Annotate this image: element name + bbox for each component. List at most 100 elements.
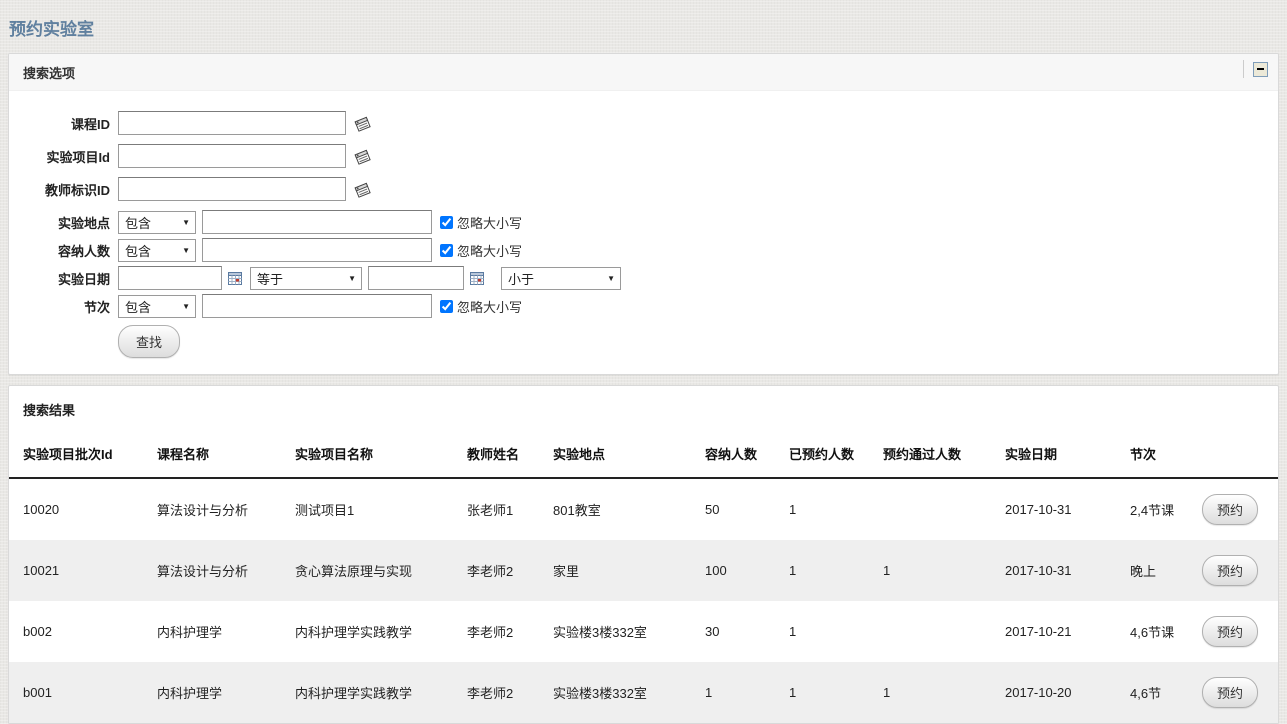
collapse-panel-icon[interactable] (1253, 61, 1268, 77)
page-title: 预约实验室 (9, 20, 94, 39)
column-header: 实验日期 (995, 431, 1120, 479)
period-ignorecase-checkbox[interactable] (440, 299, 453, 313)
table-cell: 实验楼3楼332室 (553, 686, 647, 701)
calendar-icon[interactable] (227, 270, 244, 287)
location-input[interactable] (202, 210, 432, 234)
table-cell: 10021 (23, 563, 60, 578)
course-id-input[interactable] (118, 111, 346, 135)
table-cell: 4,6节 (1130, 686, 1162, 701)
table-cell: 李老师2 (467, 686, 514, 701)
table-cell: 1 (883, 685, 891, 700)
date-to-input[interactable] (368, 266, 464, 290)
action-cell: 预约 (1192, 601, 1278, 662)
teacher-id-label: 教师标识ID (44, 182, 110, 198)
period-operator-value: 包含 (125, 299, 152, 315)
location-label: 实验地点 (57, 215, 110, 231)
column-header: 实验项目名称 (285, 431, 457, 479)
table-cell: 100 (705, 563, 727, 578)
results-table-body: 10020 算法设计与分析 测试项目1 张老师1 801教室 50 1 2017-10-31 2… (9, 478, 1278, 723)
capacity-label: 容纳人数 (57, 243, 110, 259)
table-cell: 1 (789, 624, 797, 639)
reserve-button[interactable]: 预约 (1202, 616, 1259, 647)
table-cell: 2,4节课 (1130, 503, 1175, 518)
capacity-ignorecase-group: 忽略大小写 (440, 241, 522, 260)
results-panel: 搜索结果 实验项目批次Id 课程名称 实验项目名称 教师姓名 实验地点 容纳人数 已预约人数… (8, 385, 1279, 724)
search-panel-title: 搜索选项 (23, 66, 76, 81)
column-header: 课程名称 (147, 431, 285, 479)
table-cell: 实验楼3楼332室 (553, 625, 647, 640)
course-id-row: 课程ID (23, 111, 1264, 135)
table-cell: 李老师2 (467, 564, 514, 579)
table-cell: 2017-10-31 (1005, 502, 1072, 517)
date-label: 实验日期 (57, 271, 110, 287)
date-from-input[interactable] (118, 266, 222, 290)
chevron-down-icon: ▼ (348, 273, 356, 283)
panel-tools (1243, 60, 1268, 78)
ignorecase-label: 忽略大小写 (457, 215, 523, 231)
tools-divider (1243, 60, 1244, 78)
table-cell: 1 (883, 563, 891, 578)
table-cell: 1 (789, 685, 797, 700)
action-cell: 预约 (1192, 540, 1278, 601)
results-panel-title: 搜索结果 (23, 403, 76, 418)
chevron-down-icon: ▼ (182, 245, 190, 255)
table-cell: 1 (705, 685, 713, 700)
location-operator-select[interactable]: 包含 ▼ (118, 210, 196, 234)
reserve-button[interactable]: 预约 (1202, 494, 1259, 525)
table-cell: 家里 (553, 564, 580, 579)
calendar-icon[interactable] (469, 270, 486, 287)
date-operator2-select[interactable]: 小于 ▼ (501, 266, 621, 290)
period-input[interactable] (202, 294, 432, 318)
search-panel-header: 搜索选项 (9, 54, 1278, 91)
capacity-operator-value: 包含 (125, 243, 152, 259)
date-operator1-select[interactable]: 等于 ▼ (250, 266, 362, 290)
table-cell: 李老师2 (467, 625, 514, 640)
results-table: 实验项目批次Id 课程名称 实验项目名称 教师姓名 实验地点 容纳人数 已预约人数 预约通过人… (9, 431, 1278, 723)
ignorecase-label: 忽略大小写 (457, 243, 523, 259)
date-operator2-value: 小于 (508, 271, 535, 287)
table-cell: 30 (705, 624, 720, 639)
capacity-operator-select[interactable]: 包含 ▼ (118, 238, 196, 262)
table-cell: 贪心算法原理与实现 (295, 564, 413, 579)
table-cell: b002 (23, 624, 52, 639)
table-cell: 内科护理学实践教学 (295, 686, 413, 701)
table-cell: 1 (789, 502, 797, 517)
date-row: 实验日期 等于 ▼ 小于 ▼ (23, 266, 1264, 290)
table-cell: 2017-10-31 (1005, 563, 1072, 578)
table-row: b002 内科护理学 内科护理学实践教学 李老师2 实验楼3楼332室 30 1 2017-1… (9, 601, 1278, 662)
table-cell: b001 (23, 685, 52, 700)
notepad-picker-icon[interactable] (352, 146, 373, 167)
reserve-button[interactable]: 预约 (1202, 555, 1259, 586)
results-table-header-row: 实验项目批次Id 课程名称 实验项目名称 教师姓名 实验地点 容纳人数 已预约人数 预约通过人… (9, 431, 1278, 479)
table-cell: 算法设计与分析 (157, 503, 249, 518)
capacity-input[interactable] (202, 238, 432, 262)
reserve-button[interactable]: 预约 (1202, 677, 1259, 708)
period-operator-select[interactable]: 包含 ▼ (118, 294, 196, 318)
table-cell: 4,6节课 (1130, 625, 1175, 640)
table-cell: 50 (705, 502, 720, 517)
project-id-label: 实验项目Id (46, 149, 110, 165)
search-button-row: 查找 (23, 325, 1264, 358)
table-cell: 算法设计与分析 (157, 564, 249, 579)
table-cell: 内科护理学 (157, 625, 223, 640)
column-header: 教师姓名 (457, 431, 543, 479)
table-cell: 10020 (23, 502, 60, 517)
table-cell (873, 478, 995, 540)
project-id-row: 实验项目Id (23, 144, 1264, 168)
search-button[interactable]: 查找 (118, 325, 181, 358)
location-operator-value: 包含 (125, 215, 152, 231)
capacity-ignorecase-checkbox[interactable] (440, 243, 453, 257)
project-id-input[interactable] (118, 144, 346, 168)
notepad-picker-icon[interactable] (352, 179, 373, 200)
location-ignorecase-checkbox[interactable] (440, 215, 453, 229)
table-cell: 801教室 (553, 503, 601, 518)
column-header-action (1192, 431, 1278, 479)
notepad-picker-icon[interactable] (352, 113, 373, 134)
table-cell: 内科护理学实践教学 (295, 625, 413, 640)
teacher-id-input[interactable] (118, 177, 346, 201)
table-cell: 张老师1 (467, 503, 514, 518)
table-cell: 内科护理学 (157, 686, 223, 701)
capacity-row: 容纳人数 包含 ▼ 忽略大小写 (23, 238, 1264, 262)
column-header: 实验项目批次Id (9, 431, 147, 479)
action-cell: 预约 (1192, 662, 1278, 723)
